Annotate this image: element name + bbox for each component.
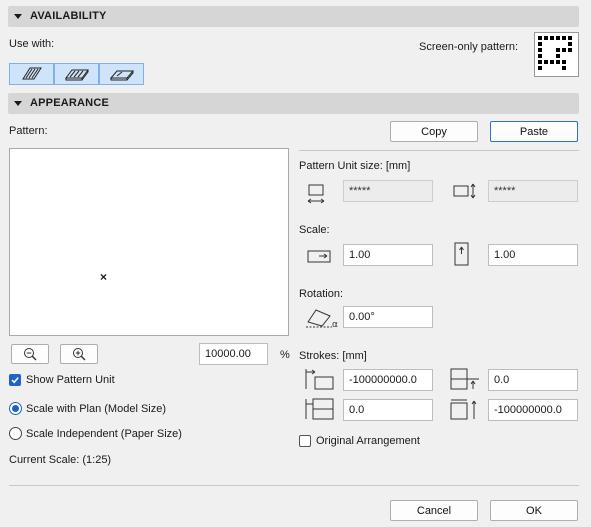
copy-button[interactable]: Copy: [390, 121, 478, 142]
scale-y-field[interactable]: 1.00: [488, 244, 578, 266]
pattern-origin-cross-icon: ×: [100, 270, 108, 284]
checkmark-icon: [11, 377, 19, 384]
rotation-field[interactable]: 0.00°: [343, 306, 433, 328]
zoom-unit-label: %: [280, 349, 290, 361]
scale-y-icon: [454, 242, 469, 266]
screen-pattern-icon: [538, 36, 572, 70]
use-with-fill-button[interactable]: [9, 63, 54, 85]
zoom-out-icon: [24, 348, 37, 361]
show-pattern-unit-checkbox[interactable]: [9, 374, 21, 386]
cancel-button[interactable]: Cancel: [390, 500, 478, 521]
cover-surface-icon: [109, 70, 135, 81]
scale-x-icon: [307, 250, 331, 263]
use-with-label: Use with:: [9, 38, 55, 50]
zoom-in-button[interactable]: [60, 344, 98, 364]
ok-button[interactable]: OK: [490, 500, 578, 521]
cut-surface-icon: [65, 69, 89, 81]
appearance-header-label: APPEARANCE: [30, 97, 110, 109]
original-arrangement-label[interactable]: Original Arrangement: [316, 435, 420, 447]
right-column-separator: [299, 150, 579, 151]
stroke-vertical-spacing-field[interactable]: -100000000.0: [488, 399, 578, 421]
rotation-angle-icon: α: [306, 309, 338, 330]
unit-width-icon: [307, 184, 325, 204]
availability-header-label: AVAILABILITY: [30, 10, 107, 22]
stroke-top-offset-icon: [450, 368, 479, 390]
use-with-cover-surface-button[interactable]: [99, 63, 144, 85]
unit-height-field[interactable]: *****: [488, 180, 578, 202]
stroke-top-offset-field[interactable]: 0.0: [488, 369, 578, 391]
availability-section-header[interactable]: AVAILABILITY: [8, 6, 579, 27]
scale-x-field[interactable]: 1.00: [343, 244, 433, 266]
collapse-triangle-icon: [14, 101, 22, 106]
unit-height-icon: [453, 183, 476, 199]
screen-only-pattern-preview[interactable]: [534, 32, 579, 77]
zoom-percent-field[interactable]: 10000.00: [199, 343, 268, 365]
pattern-unit-size-label: Pattern Unit size: [mm]: [299, 160, 411, 172]
show-pattern-unit-label[interactable]: Show Pattern Unit: [26, 374, 115, 386]
fill-hatch-icon: [22, 67, 42, 80]
stroke-left-offset-icon: [305, 369, 334, 390]
unit-width-field[interactable]: *****: [343, 180, 433, 202]
current-scale-label: Current Scale: (1:25): [9, 454, 112, 466]
pattern-preview-canvas[interactable]: ×: [9, 148, 289, 336]
paste-button[interactable]: Paste: [490, 121, 578, 142]
appearance-section-header[interactable]: APPEARANCE: [8, 93, 579, 114]
original-arrangement-checkbox[interactable]: [299, 435, 311, 447]
strokes-label: Strokes: [mm]: [299, 350, 367, 362]
svg-text:α: α: [332, 320, 338, 330]
footer-separator: [9, 485, 579, 486]
scale-label: Scale:: [299, 224, 330, 236]
screen-only-pattern-label: Screen-only pattern:: [419, 41, 519, 53]
scale-independent-label[interactable]: Scale Independent (Paper Size): [26, 428, 182, 440]
rotation-label: Rotation:: [299, 288, 344, 300]
use-with-cut-surface-button[interactable]: [54, 63, 99, 85]
pattern-label: Pattern:: [9, 125, 48, 137]
stroke-vertical-spacing-icon: [450, 399, 477, 420]
collapse-triangle-icon: [14, 14, 22, 19]
scale-with-plan-radio[interactable]: [9, 402, 22, 415]
zoom-in-icon: [73, 348, 86, 361]
stroke-horizontal-spacing-field[interactable]: 0.0: [343, 399, 433, 421]
zoom-out-button[interactable]: [11, 344, 49, 364]
scale-independent-radio[interactable]: [9, 427, 22, 440]
stroke-horizontal-spacing-icon: [305, 398, 334, 420]
stroke-left-offset-field[interactable]: -100000000.0: [343, 369, 433, 391]
scale-with-plan-label[interactable]: Scale with Plan (Model Size): [26, 403, 166, 415]
